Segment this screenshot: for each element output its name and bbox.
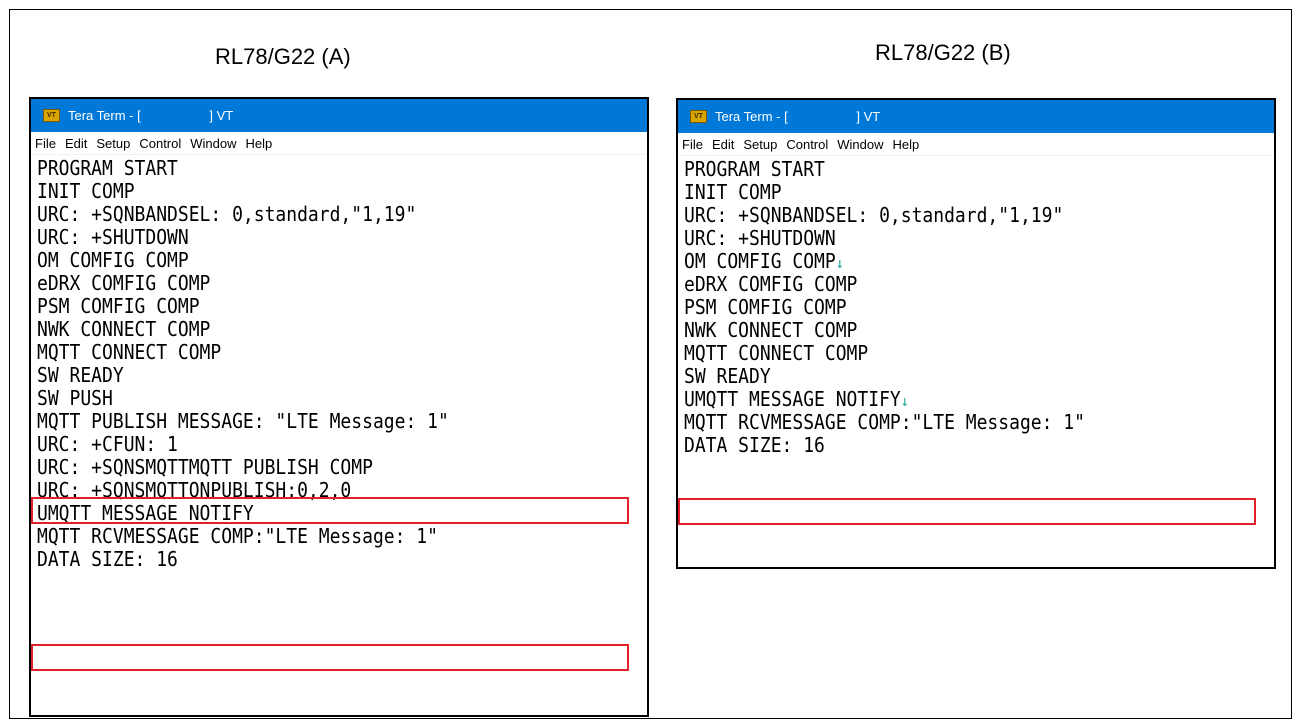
caption-left: RL78/G22 (A) — [215, 44, 351, 69]
terminal-line-rcv-message: MQTT RCVMESSAGE COMP:"LTE Message: 1" — [684, 410, 1085, 434]
terminal-line: PROGRAM START — [37, 156, 178, 180]
menu-help[interactable]: Help — [246, 136, 273, 151]
terminal-line: OM COMFIG COMP — [37, 248, 189, 272]
menu-setup[interactable]: Setup — [743, 137, 777, 152]
window-title: Tera Term - [ ] VT — [68, 108, 234, 123]
terminal-line: SW READY — [37, 363, 124, 387]
terminal-line: INIT COMP — [684, 180, 782, 204]
terminal-line: MQTT CONNECT COMP — [684, 341, 869, 365]
teraterm-icon: VT — [690, 110, 707, 123]
terminal-output[interactable]: PROGRAM START INIT COMP URC: +SQNBANDSEL… — [678, 156, 1274, 457]
terminal-line-publish-message: MQTT PUBLISH MESSAGE: "LTE Message: 1" — [37, 409, 449, 433]
menu-file[interactable]: File — [35, 136, 56, 151]
terminal-line: MQTT CONNECT COMP — [37, 340, 222, 364]
terminal-line: URC: +SQNSMQTTMQTT PUBLISH COMP — [37, 455, 373, 479]
title-bar[interactable]: VT Tera Term - [ ] VT — [678, 100, 1274, 133]
teraterm-window-right[interactable]: VT Tera Term - [ ] VT File Edit Setup Co… — [676, 98, 1276, 569]
terminal-line: DATA SIZE: 16 — [684, 433, 825, 457]
terminal-line: NWK CONNECT COMP — [37, 317, 211, 341]
terminal-line-rcv-message: MQTT RCVMESSAGE COMP:"LTE Message: 1" — [37, 524, 438, 548]
terminal-line: NWK CONNECT COMP — [684, 318, 858, 342]
terminal-line: URC: +SQNBANDSEL: 0,standard,"1,19" — [37, 202, 417, 226]
terminal-line: eDRX COMFIG COMP — [684, 272, 858, 296]
terminal-line: INIT COMP — [37, 179, 135, 203]
window-title: Tera Term - [ ] VT — [715, 109, 881, 124]
terminal-line: URC: +SHUTDOWN — [37, 225, 189, 249]
terminal-line: URC: +CFUN: 1 — [37, 432, 178, 456]
terminal-line-text: OM COMFIG COMP — [684, 249, 836, 273]
terminal-line: SW READY — [684, 364, 771, 388]
menu-file[interactable]: File — [682, 137, 703, 152]
menu-window[interactable]: Window — [190, 136, 236, 151]
terminal-line: URC: +SQNBANDSEL: 0,standard,"1,19" — [684, 203, 1064, 227]
menu-bar: File Edit Setup Control Window Help — [678, 133, 1274, 156]
terminal-line: PSM COMFIG COMP — [684, 295, 847, 319]
menu-bar: File Edit Setup Control Window Help — [31, 132, 647, 155]
title-bar[interactable]: VT Tera Term - [ ] VT — [31, 99, 647, 132]
teraterm-icon: VT — [43, 109, 60, 122]
terminal-line: URC: +SQNSMQTTONPUBLISH:0,2,0 — [37, 478, 352, 502]
menu-edit[interactable]: Edit — [712, 137, 734, 152]
terminal-output[interactable]: PROGRAM START INIT COMP URC: +SQNBANDSEL… — [31, 155, 647, 571]
caption-right: RL78/G22 (B) — [875, 40, 1011, 65]
terminal-line: PROGRAM START — [684, 157, 825, 181]
menu-control[interactable]: Control — [139, 136, 181, 151]
terminal-line: SW PUSH — [37, 386, 113, 410]
terminal-line: UMQTT MESSAGE NOTIFY — [37, 501, 254, 525]
teraterm-window-left[interactable]: VT Tera Term - [ ] VT File Edit Setup Co… — [29, 97, 649, 717]
terminal-line: DATA SIZE: 16 — [37, 547, 178, 571]
terminal-line: URC: +SHUTDOWN — [684, 226, 836, 250]
terminal-line-wrapped: OM COMFIG COMP↓ — [684, 250, 1215, 273]
menu-window[interactable]: Window — [837, 137, 883, 152]
menu-control[interactable]: Control — [786, 137, 828, 152]
terminal-line-text: UMQTT MESSAGE NOTIFY — [684, 387, 901, 411]
line-break-arrow-icon: ↓ — [900, 392, 909, 410]
menu-help[interactable]: Help — [893, 137, 920, 152]
menu-edit[interactable]: Edit — [65, 136, 87, 151]
terminal-line: PSM COMFIG COMP — [37, 294, 200, 318]
line-break-arrow-icon: ↓ — [835, 254, 844, 272]
menu-setup[interactable]: Setup — [96, 136, 130, 151]
terminal-line: eDRX COMFIG COMP — [37, 271, 211, 295]
terminal-line-wrapped: UMQTT MESSAGE NOTIFY↓ — [684, 388, 1215, 411]
